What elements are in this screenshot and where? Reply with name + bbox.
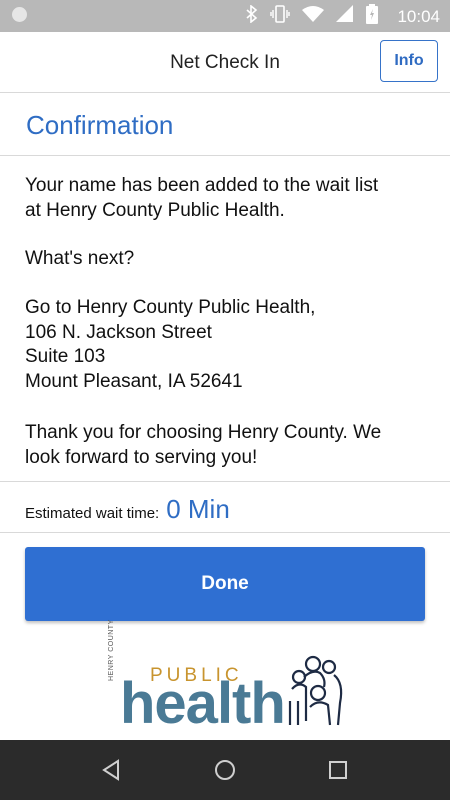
address-line: Go to Henry County Public Health, [25, 297, 316, 318]
confirmation-heading: Confirmation [26, 110, 174, 140]
address-line: Mount Pleasant, IA 52641 [25, 370, 243, 392]
navigation-bar [0, 740, 450, 800]
circle-icon [12, 7, 27, 22]
added-message: Your name has been added to the wait lis… [25, 174, 425, 223]
thank-you-line: Thank you for choosing Henry County. We [25, 422, 382, 443]
health-logo: HENRY COUNTY PUBLIC health [108, 619, 348, 736]
divider [0, 481, 450, 482]
home-icon[interactable] [205, 752, 245, 788]
added-message-line: at Henry County Public Health. [25, 199, 285, 221]
done-button[interactable]: Done [25, 547, 425, 621]
divider [0, 155, 450, 156]
logo-health-text: health [120, 671, 286, 736]
wait-time-row: Estimated wait time: 0 Min [25, 494, 230, 525]
logo-small-text: HENRY COUNTY [108, 619, 115, 681]
status-bar: 10:04 [0, 0, 450, 32]
app-header: Net Check In Info [0, 32, 450, 93]
wait-time-label: Estimated wait time: [25, 505, 160, 522]
back-icon[interactable] [92, 752, 132, 788]
info-button[interactable]: Info [380, 40, 438, 82]
divider [0, 532, 450, 533]
signal-icon [336, 4, 354, 28]
bluetooth-icon [246, 3, 258, 28]
status-icons [246, 3, 378, 29]
family-icon [288, 655, 343, 726]
battery-icon [366, 3, 378, 29]
address-line: Suite 103 [25, 346, 106, 367]
wait-time-value: 0 Min [166, 494, 230, 524]
wifi-icon [302, 5, 324, 28]
thank-you-line: look forward to serving you! [25, 446, 258, 468]
vibrate-icon [270, 4, 290, 28]
status-time: 10:04 [397, 7, 440, 26]
added-message-line: Your name has been added to the wait lis… [25, 175, 379, 196]
whats-next-heading: What's next? [25, 248, 135, 269]
address-block: Go to Henry County Public Health, 106 N.… [25, 296, 425, 394]
recents-icon[interactable] [318, 752, 358, 788]
thank-you-message: Thank you for choosing Henry County. We … [25, 421, 425, 470]
address-line: 106 N. Jackson Street [25, 321, 212, 343]
